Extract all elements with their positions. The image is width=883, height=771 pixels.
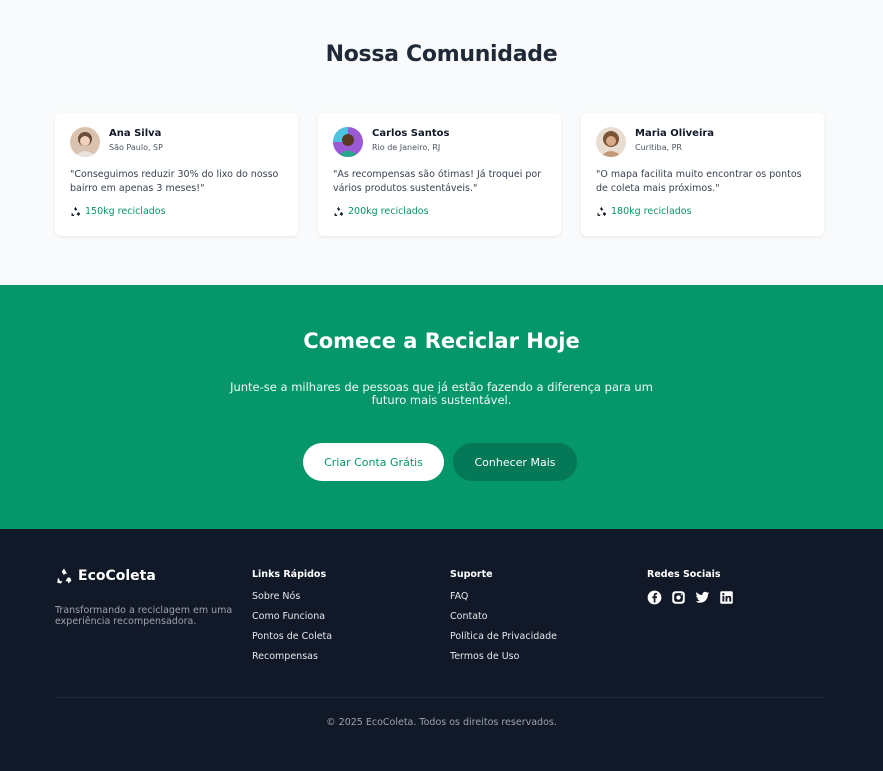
testimonial-card: Carlos Santos Rio de Janeiro, RJ "As rec… [318,113,561,236]
linkedin-icon[interactable] [719,590,734,605]
footer-link-rewards[interactable]: Recompensas [252,651,332,671]
footer-link-faq[interactable]: FAQ [450,591,557,611]
testimonial-location: São Paulo, SP [109,143,163,152]
social-title: Redes Sociais [647,569,721,580]
copyright: © 2025 EcoColeta. Todos os direitos rese… [326,717,557,728]
stat-text: 150kg reciclados [85,206,166,217]
footer: EcoColeta Transformando a reciclagem em … [0,529,883,771]
recycle-icon [70,206,81,217]
footer-tagline: Transformando a reciclagem em uma experi… [55,605,233,627]
testimonial-stat: 150kg reciclados [70,206,166,217]
avatar [596,127,626,157]
cta-subtitle: Junte-se a milhares de pessoas que já es… [230,380,653,407]
footer-link-collection-points[interactable]: Pontos de Coleta [252,631,332,651]
stat-text: 200kg reciclados [348,206,429,217]
testimonial-quote: "O mapa facilita muito encontrar os pont… [596,169,802,194]
footer-link-how-it-works[interactable]: Como Funciona [252,611,332,631]
testimonial-quote: "As recompensas são ótimas! Já troquei p… [333,169,542,194]
footer-divider [55,697,825,698]
twitter-icon[interactable] [695,590,710,605]
cta-title: Comece a Reciclar Hoje [303,329,580,353]
support-column: Suporte FAQ Contato Política de Privacid… [450,569,557,671]
recycle-icon [55,567,73,585]
footer-link-terms[interactable]: Termos de Uso [450,651,557,671]
social-links [647,590,734,605]
avatar [70,127,100,157]
quick-links-column: Links Rápidos Sobre Nós Como Funciona Po… [252,569,332,671]
support-title: Suporte [450,569,493,580]
recycle-icon [333,206,344,217]
avatar [333,127,363,157]
testimonial-quote: "Conseguimos reduzir 30% do lixo do noss… [70,169,279,194]
recycle-icon [596,206,607,217]
testimonial-card: Maria Oliveira Curitiba, PR "O mapa faci… [581,113,824,236]
create-account-button[interactable]: Criar Conta Grátis [303,443,444,481]
testimonial-name: Maria Oliveira [635,128,715,139]
learn-more-button[interactable]: Conhecer Mais [453,443,577,481]
testimonial-stat: 200kg reciclados [333,206,429,217]
testimonial-name: Ana Silva [109,128,162,139]
facebook-icon[interactable] [647,590,662,605]
instagram-icon[interactable] [671,590,686,605]
social-column: Redes Sociais [647,569,734,605]
cta-section: Comece a Reciclar Hoje Junte-se a milhar… [0,285,883,529]
community-title: Nossa Comunidade [325,42,558,67]
community-section: Nossa Comunidade Ana Silva São Paulo, SP… [0,0,883,285]
footer-brand[interactable]: EcoColeta [55,567,156,585]
testimonial-stat: 180kg reciclados [596,206,692,217]
testimonial-location: Curitiba, PR [635,143,682,152]
footer-link-contact[interactable]: Contato [450,611,557,631]
footer-link-about[interactable]: Sobre Nós [252,591,332,611]
brand-name: EcoColeta [78,568,156,584]
testimonial-name: Carlos Santos [372,128,450,139]
testimonial-location: Rio de Janeiro, RJ [372,143,441,152]
footer-link-privacy[interactable]: Política de Privacidade [450,631,557,651]
quick-links-title: Links Rápidos [252,569,327,580]
testimonial-card: Ana Silva São Paulo, SP "Conseguimos red… [55,113,298,236]
stat-text: 180kg reciclados [611,206,692,217]
